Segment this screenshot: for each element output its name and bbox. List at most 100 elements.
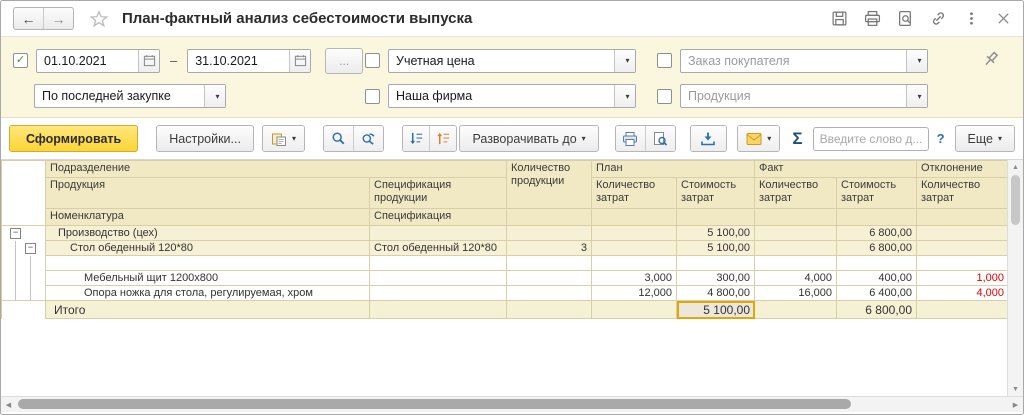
- plan-qty-cell[interactable]: 12,000: [591, 285, 678, 301]
- report-variants-button[interactable]: ▾: [262, 126, 305, 151]
- print-report-button[interactable]: [615, 126, 645, 151]
- plan-qty-cell[interactable]: [591, 255, 678, 271]
- more-actions-button[interactable]: Еще ▾: [954, 125, 1015, 152]
- scroll-right-arrow[interactable]: ▶: [1008, 401, 1023, 409]
- expand-to-button[interactable]: Разворачивать до ▾: [459, 125, 599, 152]
- save-icon[interactable]: [831, 10, 848, 27]
- period-more-button[interactable]: ...: [325, 47, 364, 74]
- plan-qty-cell[interactable]: 3,000: [591, 270, 678, 286]
- report-grid[interactable]: Подразделение Количество продукции План …: [1, 160, 1007, 396]
- name-cell[interactable]: Производство (цех): [45, 225, 370, 241]
- period-checkbox[interactable]: ✓: [13, 53, 28, 68]
- col-header-fact-cost[interactable]: Стоимость затрат: [836, 177, 918, 209]
- print-preview-icon[interactable]: [897, 10, 914, 27]
- name-cell[interactable]: Опора ножка для стола, регулируемая, хро…: [45, 285, 370, 301]
- table-row[interactable]: − Производство (цех) 5 100,00 6 800,00: [1, 225, 1007, 241]
- customer-order-combo[interactable]: Заказ покупателя ▾: [680, 48, 928, 73]
- horizontal-scroll-track[interactable]: [16, 397, 1008, 412]
- table-row[interactable]: − Стол обеденный 120*80 Стол обеденный 120…: [1, 240, 1007, 256]
- chevron-down-icon[interactable]: ▾: [204, 85, 225, 107]
- fact-qty-cell[interactable]: [754, 255, 838, 271]
- deviation-qty-cell[interactable]: 4,000: [916, 285, 1007, 301]
- fact-cost-cell[interactable]: 400,00: [836, 270, 918, 286]
- send-mail-button[interactable]: ▾: [738, 126, 780, 151]
- firm-combo[interactable]: Наша фирма ▾: [388, 84, 636, 108]
- plan-cost-cell[interactable]: [676, 255, 756, 271]
- forward-button[interactable]: →: [43, 8, 73, 29]
- scroll-left-arrow[interactable]: ◀: [1, 401, 16, 409]
- plan-qty-cell[interactable]: [591, 240, 678, 256]
- customer-order-checkbox[interactable]: [657, 53, 672, 68]
- fact-qty-cell[interactable]: 16,000: [754, 285, 838, 301]
- chevron-down-icon[interactable]: ▾: [906, 49, 927, 72]
- back-button[interactable]: ←: [14, 8, 43, 29]
- scroll-up-arrow[interactable]: ▲: [1008, 160, 1023, 174]
- table-row[interactable]: Опора ножка для стола, регулируемая, хро…: [1, 285, 1007, 301]
- deviation-qty-cell[interactable]: [916, 300, 1007, 319]
- scroll-down-arrow[interactable]: ▼: [1008, 382, 1023, 396]
- favorite-star-icon[interactable]: [90, 9, 108, 28]
- plan-cost-cell[interactable]: 300,00: [676, 270, 756, 286]
- find-button[interactable]: [324, 126, 354, 151]
- horizontal-scrollbar[interactable]: ◀ ▶: [1, 396, 1023, 412]
- expand-groups-button[interactable]: [403, 126, 430, 151]
- spec-cell[interactable]: [368, 300, 508, 319]
- col-header-deviation[interactable]: Отклонение: [916, 160, 1007, 178]
- plan-cost-cell[interactable]: 5 100,00: [676, 240, 756, 256]
- col-header-production[interactable]: Продукция: [45, 177, 370, 209]
- spec-cell[interactable]: [368, 255, 508, 271]
- deviation-qty-cell[interactable]: [916, 255, 1007, 271]
- col-header-dev-qty[interactable]: Количество затрат: [916, 177, 1007, 209]
- vertical-scroll-thumb[interactable]: [1011, 175, 1020, 225]
- plan-cost-cell[interactable]: 5 100,00: [676, 225, 756, 241]
- period-to-field[interactable]: 31.10.2021: [187, 48, 312, 73]
- qty-production-cell[interactable]: [506, 285, 593, 301]
- qty-production-cell[interactable]: [506, 300, 593, 319]
- close-icon[interactable]: [996, 11, 1011, 26]
- spec-cell[interactable]: [368, 225, 508, 241]
- spec-cell[interactable]: [368, 270, 508, 286]
- collapse-expander-icon[interactable]: −: [25, 243, 36, 254]
- table-row[interactable]: Мебельный щит 1200х800 3,000 300,00 4,000 40…: [1, 270, 1007, 286]
- chevron-down-icon[interactable]: ▾: [906, 85, 927, 107]
- name-cell[interactable]: Итого: [45, 300, 370, 319]
- price-type-checkbox[interactable]: [365, 53, 380, 68]
- spec-cell[interactable]: [368, 285, 508, 301]
- help-button[interactable]: ?: [937, 131, 945, 146]
- deviation-qty-cell[interactable]: [916, 225, 1007, 241]
- name-cell[interactable]: Мебельный щит 1200х800: [45, 270, 370, 286]
- fact-cost-cell[interactable]: [836, 255, 918, 271]
- settings-button[interactable]: Настройки...: [156, 125, 254, 152]
- deviation-qty-cell[interactable]: [916, 240, 1007, 256]
- fact-cost-cell[interactable]: 6 400,00: [836, 285, 918, 301]
- fact-qty-cell[interactable]: [754, 300, 838, 319]
- col-header-spec-production[interactable]: Спецификация продукции: [368, 177, 508, 209]
- fact-cost-cell[interactable]: 6 800,00: [836, 300, 918, 319]
- chevron-down-icon[interactable]: ▾: [614, 49, 635, 72]
- col-header-qty-production[interactable]: Количество продукции: [506, 160, 593, 209]
- fact-cost-cell[interactable]: 6 800,00: [836, 240, 918, 256]
- collapse-expander-icon[interactable]: −: [10, 228, 21, 240]
- plan-cost-cell[interactable]: 5 100,00: [676, 300, 756, 319]
- col-header-plan[interactable]: План: [591, 160, 756, 178]
- fact-cost-cell[interactable]: 6 800,00: [836, 225, 918, 241]
- fact-qty-cell[interactable]: [754, 225, 838, 241]
- save-result-button[interactable]: [690, 126, 727, 151]
- col-header-fact-qty[interactable]: Количество затрат: [754, 177, 838, 209]
- period-from-field[interactable]: 01.10.2021: [36, 48, 160, 73]
- print-icon[interactable]: [864, 10, 881, 27]
- name-cell[interactable]: [45, 255, 370, 271]
- total-row[interactable]: Итого 5 100,00 6 800,00: [1, 300, 1007, 319]
- fact-qty-cell[interactable]: 4,000: [754, 270, 838, 286]
- chevron-down-icon[interactable]: ▾: [614, 85, 635, 107]
- col-header-spec[interactable]: Спецификация: [368, 208, 508, 226]
- fact-qty-cell[interactable]: [754, 240, 838, 256]
- deviation-qty-cell[interactable]: 1,000: [916, 270, 1007, 286]
- more-menu-icon[interactable]: [963, 10, 980, 27]
- plan-qty-cell[interactable]: [591, 225, 678, 241]
- production-checkbox[interactable]: [657, 88, 672, 104]
- qty-production-cell[interactable]: 3: [506, 240, 593, 256]
- collapse-groups-button[interactable]: [429, 126, 457, 151]
- get-link-icon[interactable]: [930, 10, 947, 27]
- col-header-plan-qty[interactable]: Количество затрат: [591, 177, 678, 209]
